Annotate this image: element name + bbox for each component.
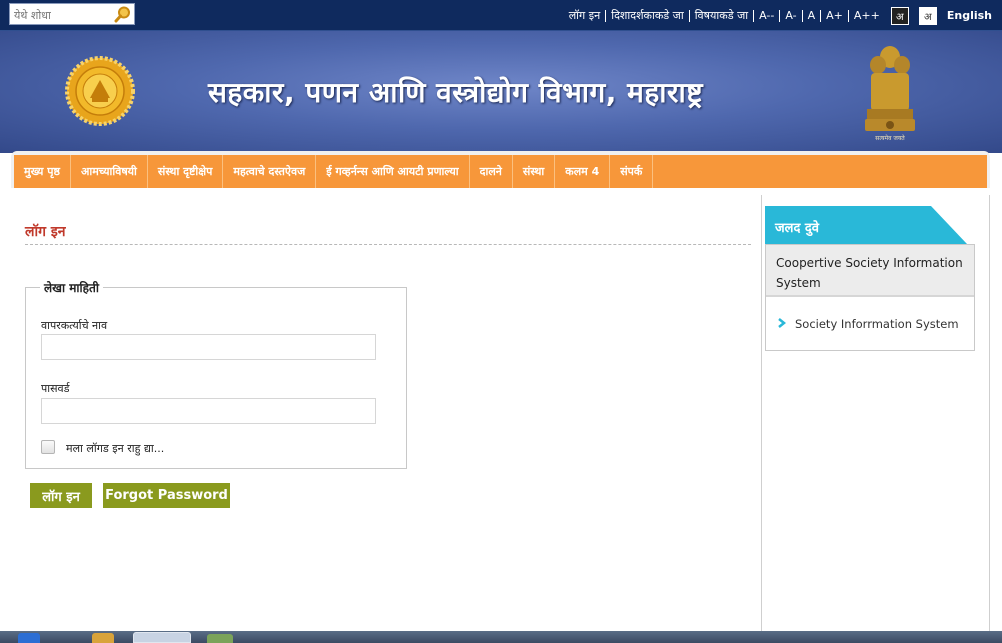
maharashtra-seal-icon[interactable] <box>65 56 135 126</box>
username-label: वापरकर्त्याचे नाव <box>41 319 108 332</box>
nav-institutions[interactable]: संस्था <box>513 155 556 188</box>
remember-me-label: मला लॉगड इन राहु द्या... <box>66 442 165 455</box>
font-normal-button[interactable]: A <box>801 9 821 22</box>
subjects-link[interactable]: विषयाकडे जा <box>688 9 753 22</box>
heading-divider <box>25 244 751 245</box>
search-box <box>9 3 135 26</box>
search-input[interactable] <box>10 5 110 26</box>
dark-theme-button[interactable]: अ <box>890 6 909 25</box>
quick-links-section: Coopertive Society Information System <box>766 245 974 297</box>
nav-container: मुख्य पृष्ठ आमच्याविषयी संस्था दृष्टीक्ष… <box>11 151 990 188</box>
font-large-button[interactable]: A+ <box>820 9 848 22</box>
emblem-motto: सत्यमेव जयते <box>875 134 905 142</box>
username-input[interactable] <box>41 334 376 360</box>
password-input[interactable] <box>41 398 376 424</box>
account-info-fieldset: लेखा माहिती वापरकर्त्याचे नाव पासवर्ड मल… <box>25 279 407 469</box>
main-nav: मुख्य पृष्ठ आमच्याविषयी संस्था दृष्टीक्ष… <box>14 155 987 188</box>
nav-home[interactable]: मुख्य पृष्ठ <box>14 155 71 188</box>
chevron-right-icon <box>778 317 787 331</box>
society-info-system-link[interactable]: Society Inforrmation System <box>778 317 959 331</box>
page-title: लॉग इन <box>25 224 66 240</box>
light-theme-button[interactable]: अ <box>918 6 937 25</box>
site-title: सहकार, पणन आणि वस्त्रोद्योग विभाग, महारा… <box>208 76 704 109</box>
fieldset-legend: लेखा माहिती <box>40 279 103 296</box>
nav-section-4[interactable]: कलम 4 <box>555 155 611 188</box>
top-utility-bar: लॉग इन दिशादर्शकाकडे जा विषयाकडे जा A-- … <box>0 0 1002 31</box>
forgot-password-button[interactable]: Forgot Password <box>103 483 230 508</box>
top-links: लॉग इन दिशादर्शकाकडे जा विषयाकडे जा A-- … <box>564 0 992 31</box>
nav-about[interactable]: आमच्याविषयी <box>71 155 148 188</box>
start-button[interactable] <box>18 633 40 643</box>
society-info-system-label: Society Inforrmation System <box>795 317 959 331</box>
login-button[interactable]: लॉग इन <box>30 483 92 508</box>
app-taskbar-icon[interactable] <box>207 634 233 643</box>
search-icon[interactable] <box>113 5 133 23</box>
directions-link[interactable]: दिशादर्शकाकडे जा <box>605 9 688 22</box>
nav-contact[interactable]: संपर्क <box>610 155 654 188</box>
header-banner: सहकार, पणन आणि वस्त्रोद्योग विभाग, महारा… <box>0 31 1002 153</box>
nav-important-documents[interactable]: महत्वाचे दस्तऐवज <box>223 155 317 188</box>
browser-taskbar-icon[interactable] <box>92 633 114 643</box>
font-smaller-button[interactable]: A-- <box>753 9 779 22</box>
password-label: पासवर्ड <box>41 382 70 395</box>
nav-institution-overview[interactable]: संस्था दृष्टीक्षेप <box>148 155 224 188</box>
nav-egovernance[interactable]: ई गव्हर्नन्स आणि आयटी प्रणाल्या <box>316 155 470 188</box>
english-link[interactable]: English <box>947 9 992 22</box>
top-login-link[interactable]: लॉग इन <box>564 9 606 22</box>
quick-links-box: Coopertive Society Information System So… <box>765 244 975 351</box>
font-larger-button[interactable]: A++ <box>847 9 885 22</box>
remember-me-checkbox[interactable] <box>41 440 55 454</box>
nav-galleries[interactable]: दालने <box>470 155 513 188</box>
active-window-taskbar-button[interactable] <box>133 632 191 643</box>
national-emblem-icon: सत्यमेव जयते <box>865 46 915 142</box>
quick-links-title: जलद दुवे <box>775 221 820 236</box>
font-small-button[interactable]: A- <box>779 9 801 22</box>
